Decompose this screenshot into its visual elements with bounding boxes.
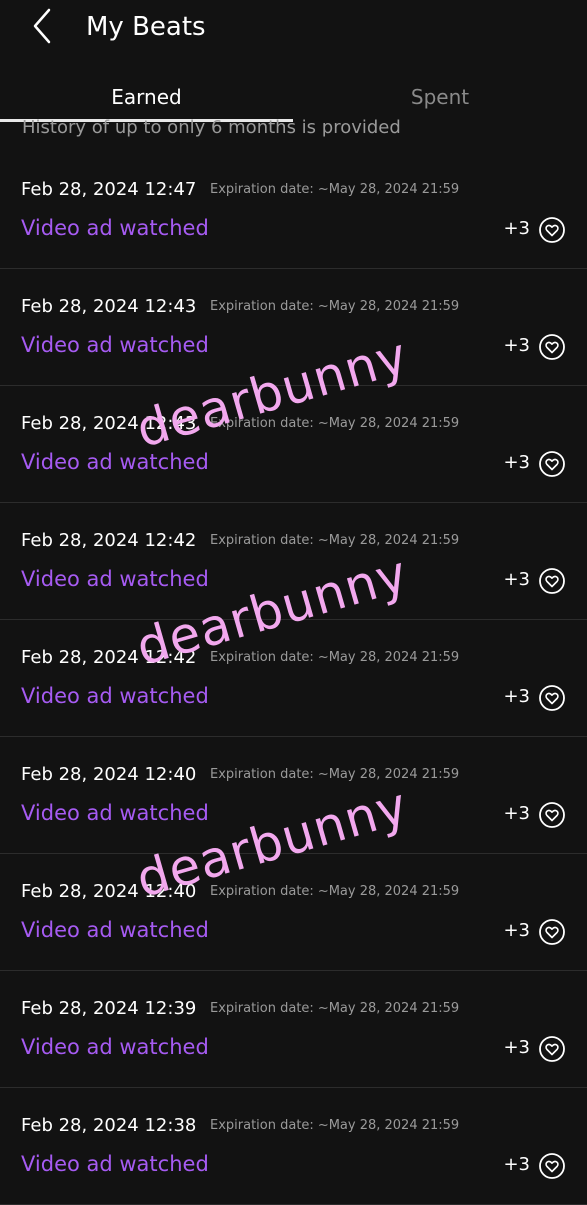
entry-date: Feb 28, 2024 12:43 (21, 413, 197, 434)
expiration-info: Expiration date: ~May 28, 2024 21:59 (210, 766, 459, 784)
list-item: Feb 28, 2024 12:39 Expiration date: ~May … (0, 971, 587, 1088)
expiration-info: Expiration date: ~May 28, 2024 21:59 (210, 298, 459, 316)
heart-circle-icon (539, 802, 565, 828)
expiration-date: ~May 28, 2024 21:59 (317, 884, 460, 899)
tab-earned[interactable]: Earned (0, 72, 293, 122)
expiration-date: ~May 28, 2024 21:59 (317, 650, 460, 665)
entry-amount: +3 (503, 569, 530, 590)
entry-description: Video ad watched (21, 684, 209, 708)
expiration-date: ~May 28, 2024 21:59 (317, 767, 460, 782)
entry-date: Feb 28, 2024 12:47 (21, 179, 197, 200)
heart-circle-icon (539, 217, 565, 243)
heart-circle-icon (539, 568, 565, 594)
entry-description: Video ad watched (21, 450, 209, 474)
heart-circle-icon (539, 451, 565, 477)
entry-date: Feb 28, 2024 12:39 (21, 998, 197, 1019)
list-item: Feb 28, 2024 12:42 Expiration date: ~May … (0, 620, 587, 737)
expiration-date: ~May 28, 2024 21:59 (317, 299, 460, 314)
expiration-info: Expiration date: ~May 28, 2024 21:59 (210, 1117, 459, 1135)
entry-date: Feb 28, 2024 12:42 (21, 530, 197, 551)
entry-date: Feb 28, 2024 12:42 (21, 647, 197, 668)
entry-description: Video ad watched (21, 1152, 209, 1176)
entry-amount: +3 (503, 803, 530, 824)
heart-circle-icon (539, 334, 565, 360)
app-header: My Beats (0, 0, 587, 64)
heart-circle-icon (539, 685, 565, 711)
entry-date: Feb 28, 2024 12:38 (21, 1115, 197, 1136)
heart-circle-icon (539, 1036, 565, 1062)
heart-circle-icon (539, 1153, 565, 1179)
entry-amount: +3 (503, 1154, 530, 1175)
expiration-label: Expiration date: (210, 299, 314, 314)
entry-amount: +3 (503, 218, 530, 239)
expiration-label: Expiration date: (210, 650, 314, 665)
expiration-label: Expiration date: (210, 1001, 314, 1016)
expiration-label: Expiration date: (210, 182, 314, 197)
expiration-info: Expiration date: ~May 28, 2024 21:59 (210, 181, 459, 199)
expiration-label: Expiration date: (210, 884, 314, 899)
expiration-label: Expiration date: (210, 767, 314, 782)
expiration-info: Expiration date: ~May 28, 2024 21:59 (210, 1000, 459, 1018)
back-button[interactable] (22, 6, 62, 46)
expiration-date: ~May 28, 2024 21:59 (317, 1001, 460, 1016)
chevron-left-icon (33, 8, 51, 44)
entry-date: Feb 28, 2024 12:40 (21, 881, 197, 902)
expiration-label: Expiration date: (210, 1118, 314, 1133)
beats-history-list: Feb 28, 2024 12:47 Expiration date: ~May … (0, 152, 587, 1205)
expiration-date: ~May 28, 2024 21:59 (317, 533, 460, 548)
expiration-date: ~May 28, 2024 21:59 (317, 182, 460, 197)
page-title: My Beats (86, 12, 206, 42)
tab-spent[interactable]: Spent (293, 72, 587, 122)
entry-description: Video ad watched (21, 216, 209, 240)
list-item: Feb 28, 2024 12:40 Expiration date: ~May … (0, 854, 587, 971)
entry-amount: +3 (503, 1037, 530, 1058)
entry-description: Video ad watched (21, 801, 209, 825)
entry-description: Video ad watched (21, 1035, 209, 1059)
entry-amount: +3 (503, 335, 530, 356)
expiration-date: ~May 28, 2024 21:59 (317, 416, 460, 431)
expiration-info: Expiration date: ~May 28, 2024 21:59 (210, 649, 459, 667)
expiration-info: Expiration date: ~May 28, 2024 21:59 (210, 415, 459, 433)
expiration-date: ~May 28, 2024 21:59 (317, 1118, 460, 1133)
expiration-info: Expiration date: ~May 28, 2024 21:59 (210, 532, 459, 550)
entry-amount: +3 (503, 452, 530, 473)
list-item: Feb 28, 2024 12:43 Expiration date: ~May … (0, 386, 587, 503)
expiration-info: Expiration date: ~May 28, 2024 21:59 (210, 883, 459, 901)
entry-date: Feb 28, 2024 12:40 (21, 764, 197, 785)
entry-description: Video ad watched (21, 567, 209, 591)
heart-circle-icon (539, 919, 565, 945)
expiration-label: Expiration date: (210, 416, 314, 431)
entry-date: Feb 28, 2024 12:43 (21, 296, 197, 317)
list-item: Feb 28, 2024 12:40 Expiration date: ~May … (0, 737, 587, 854)
expiration-label: Expiration date: (210, 533, 314, 548)
list-item: Feb 28, 2024 12:47 Expiration date: ~May … (0, 152, 587, 269)
list-item: Feb 28, 2024 12:42 Expiration date: ~May … (0, 503, 587, 620)
entry-amount: +3 (503, 686, 530, 707)
history-notice: History of up to only 6 months is provid… (22, 117, 401, 138)
list-item: Feb 28, 2024 12:43 Expiration date: ~May … (0, 269, 587, 386)
entry-description: Video ad watched (21, 918, 209, 942)
list-item: Feb 28, 2024 12:38 Expiration date: ~May … (0, 1088, 587, 1205)
entry-description: Video ad watched (21, 333, 209, 357)
entry-amount: +3 (503, 920, 530, 941)
